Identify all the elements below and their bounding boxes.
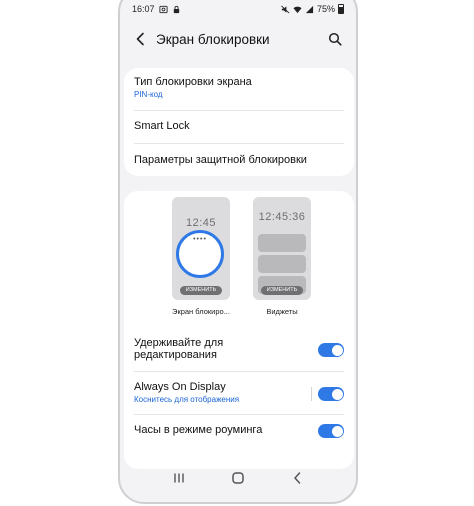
divider — [134, 110, 344, 111]
edit-widgets-button[interactable]: ИЗМЕНИТЬ — [261, 286, 303, 295]
always-on-display-row[interactable]: Always On Display Коснитесь для отображе… — [134, 381, 344, 404]
customize-card: 12:45 •••• ИЗМЕНИТЬ Экран блокиро... 12:… — [124, 191, 354, 469]
always-on-display-subtitle: Коснитесь для отображения — [134, 395, 240, 404]
search-icon — [328, 32, 342, 46]
smart-lock-title: Smart Lock — [134, 120, 190, 132]
nav-back-button[interactable] — [287, 468, 307, 488]
recents-icon — [174, 473, 185, 483]
hold-to-edit-row[interactable]: Удерживайте для редактирования — [134, 337, 344, 361]
hold-to-edit-toggle[interactable] — [318, 343, 344, 357]
lock-preview-caption: Экран блокиро... — [172, 307, 230, 316]
edit-lock-button[interactable]: ИЗМЕНИТЬ — [180, 286, 222, 295]
lock-settings-card: Тип блокировки экрана PIN-код Smart Lock… — [124, 68, 354, 176]
widgets-preview-caption: Виджеты — [266, 307, 298, 316]
widgets-preview[interactable]: 12:45:36 ИЗМЕНИТЬ — [253, 197, 311, 300]
status-bar: 16:07 75% — [120, 0, 356, 20]
lock-small-icon — [173, 5, 179, 13]
page-title: Экран блокировки — [156, 31, 270, 47]
lock-type-value: PIN-код — [134, 90, 163, 99]
chevron-left-icon — [136, 32, 144, 46]
widget-placeholder — [258, 234, 306, 252]
divider — [134, 143, 344, 144]
signal-icon — [305, 5, 314, 13]
search-button[interactable] — [326, 30, 344, 48]
mute-icon — [281, 5, 290, 13]
lock-screen-preview[interactable]: 12:45 •••• ИЗМЕНИТЬ — [172, 197, 230, 300]
app-header: Экран блокировки — [120, 24, 356, 54]
roaming-clock-title: Часы в режиме роуминга — [134, 424, 263, 436]
roaming-clock-toggle[interactable] — [318, 424, 344, 438]
back-icon — [293, 472, 300, 484]
home-button[interactable] — [228, 468, 248, 488]
battery-icon — [338, 4, 344, 14]
recents-button[interactable] — [169, 468, 189, 488]
pin-pad-circle: •••• — [176, 230, 224, 278]
wifi-icon — [293, 6, 302, 13]
secure-lock-row[interactable]: Параметры защитной блокировки — [134, 154, 344, 166]
lock-preview-time: 12:45 — [185, 217, 217, 229]
back-button[interactable] — [132, 30, 148, 48]
widget-placeholder — [258, 255, 306, 273]
lock-type-row[interactable]: Тип блокировки экрана PIN-код — [134, 76, 344, 99]
smart-lock-row[interactable]: Smart Lock — [134, 120, 344, 132]
hold-to-edit-line2: редактирования — [134, 349, 217, 361]
phone-frame: 16:07 75% Экран блокировки Тип блокировк… — [118, 0, 358, 504]
always-on-display-title: Always On Display — [134, 381, 226, 393]
home-icon — [232, 472, 244, 484]
lock-type-title: Тип блокировки экрана — [134, 76, 252, 88]
battery-percent: 75% — [316, 4, 335, 14]
navigation-bar — [120, 462, 356, 502]
divider — [134, 371, 344, 372]
widgets-preview-time: 12:45:36 — [258, 211, 306, 223]
secure-lock-title: Параметры защитной блокировки — [134, 154, 307, 166]
hold-to-edit-line1: Удерживайте для — [134, 337, 224, 349]
always-on-display-toggle[interactable] — [318, 387, 344, 401]
photo-icon — [158, 5, 168, 13]
divider — [134, 414, 344, 415]
toggle-separator — [311, 387, 312, 401]
pin-dots: •••• — [193, 236, 207, 243]
status-time: 16:07 — [132, 4, 155, 14]
roaming-clock-row[interactable]: Часы в режиме роуминга — [134, 424, 344, 436]
